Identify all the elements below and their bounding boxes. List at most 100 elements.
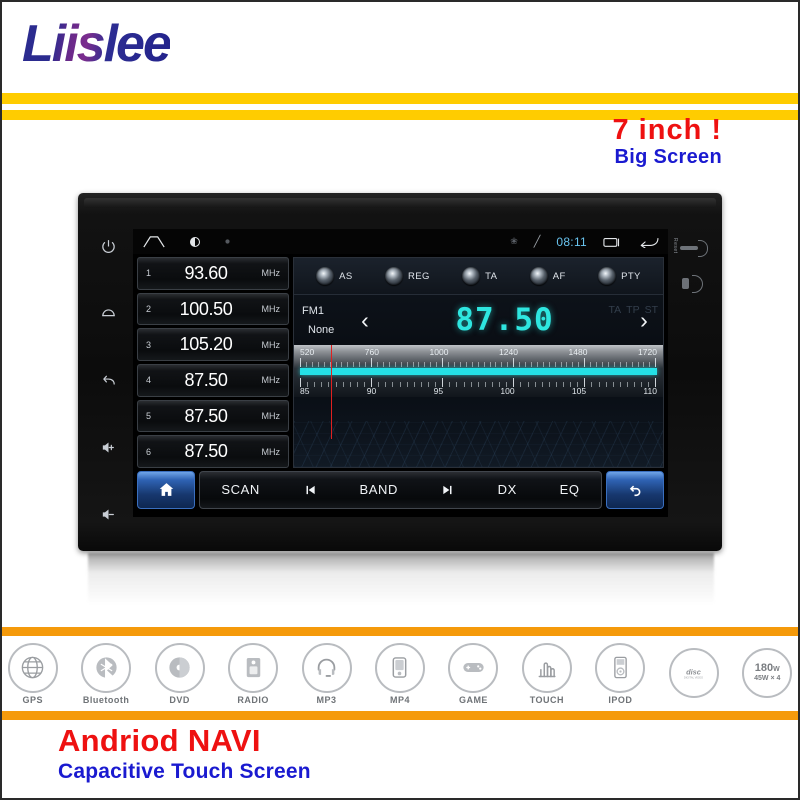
reset-label: Reset: [672, 238, 678, 254]
reset-slot-icon[interactable]: [680, 246, 698, 250]
fm-tick-label: 105: [571, 386, 587, 396]
eq-button[interactable]: EQ: [560, 482, 580, 497]
preset-item[interactable]: 3 105.20 MHz: [137, 328, 289, 362]
home-button[interactable]: [137, 470, 195, 509]
led-indicator-icon: [598, 267, 617, 285]
tuning-scale[interactable]: 520 760 1000 1240 1480 1720 85 90 95 100…: [294, 345, 663, 439]
rds-button-pty[interactable]: PTY: [598, 267, 641, 285]
bluetooth-icon: ❀: [510, 236, 518, 246]
rds-button-label: REG: [408, 270, 430, 282]
preset-unit: MHz: [261, 268, 281, 279]
preset-item[interactable]: 6 87.50 MHz: [137, 435, 289, 469]
feature-touch: TOUCH: [514, 642, 579, 705]
svg-text:disc: disc: [686, 668, 702, 677]
preset-unit: MHz: [261, 339, 281, 350]
status-time: 08:11: [556, 234, 587, 249]
frequency-display-row: FM1 None ‹ 87.50 › TA TP ST: [294, 295, 663, 345]
power-rating-icon: 180W 45W × 4: [742, 647, 793, 698]
globe-icon: [7, 642, 58, 693]
rds-button-ta[interactable]: TA: [462, 267, 497, 285]
volume-down-icon[interactable]: [92, 501, 124, 527]
back-icon[interactable]: [92, 367, 124, 393]
rds-button-reg[interactable]: REG: [385, 267, 430, 285]
preset-item[interactable]: 4 87.50 MHz: [137, 364, 289, 397]
preset-item[interactable]: 1 93.60 MHz: [137, 257, 289, 290]
band-label: FM1: [302, 304, 324, 317]
tuner-backdrop: [294, 397, 663, 467]
feature-label: RADIO: [237, 694, 269, 705]
band-button[interactable]: BAND: [359, 482, 398, 497]
feature-label: GPS: [22, 694, 43, 705]
led-indicator-icon: [316, 267, 335, 285]
next-track-icon[interactable]: [441, 483, 455, 497]
preset-number: 5: [146, 411, 152, 422]
rds-button-label: AS: [339, 270, 353, 282]
touchscreen-display[interactable]: ❀ ╱ 08:11 1 93.60 MHz 2 100.50 MHz 3 105…: [133, 229, 668, 517]
home-outline-icon[interactable]: [142, 235, 166, 248]
scale-bar: [300, 368, 657, 375]
preset-number: 4: [146, 375, 152, 386]
disc-icon: [154, 642, 205, 693]
scan-button[interactable]: SCAN: [221, 482, 260, 497]
microphone-bracket-icon: [692, 275, 703, 293]
fm-tick-label: 90: [366, 386, 377, 396]
current-frequency: 87.50: [455, 302, 554, 338]
am-tick-label: 1000: [429, 347, 449, 357]
rds-status-flags: TA TP ST: [609, 304, 658, 316]
feature-label: Bluetooth: [82, 694, 130, 705]
flag-ta: TA: [608, 304, 622, 316]
am-tick-label: 1720: [638, 347, 657, 357]
circuit-pattern: [294, 421, 663, 467]
pty-label: None: [308, 323, 335, 336]
preset-frequency: 87.50: [184, 405, 228, 426]
feature-game: GAME: [441, 642, 506, 705]
orange-divider-bottom: [0, 711, 800, 720]
tune-down-button[interactable]: ‹: [354, 308, 376, 332]
recents-icon[interactable]: [603, 236, 622, 248]
brand-logo: Liislee: [22, 15, 172, 73]
rds-button-as[interactable]: AS: [316, 267, 352, 285]
big-screen-subhead: Big Screen: [614, 146, 722, 168]
led-indicator-icon: [462, 267, 481, 285]
ipod-icon: [595, 642, 646, 693]
band-info: FM1 None: [302, 295, 354, 345]
home-icon[interactable]: [92, 300, 124, 326]
rds-button-label: PTY: [621, 270, 641, 282]
back-arrow-icon[interactable]: [638, 236, 659, 248]
preset-item[interactable]: 5 87.50 MHz: [137, 399, 289, 433]
am-tick-label: 1240: [499, 347, 518, 357]
preset-frequency: 93.60: [184, 262, 228, 283]
preset-frequency: 87.50: [184, 441, 228, 462]
flag-tp: TP: [626, 304, 640, 316]
feature-power-rating: 180W 45W × 4: [735, 647, 800, 700]
preset-unit: MHz: [261, 375, 281, 386]
dx-button[interactable]: DX: [498, 482, 517, 497]
reset-bracket-icon: [698, 240, 708, 257]
preset-unit: MHz: [261, 446, 281, 457]
tuner-pane: AS REG TA AF PTY FM1 None ‹ 87.50 › TA T…: [293, 257, 664, 468]
feature-mp4: MP4: [367, 642, 432, 705]
inch-headline: 7 inch !: [612, 114, 722, 146]
volume-up-icon[interactable]: [92, 434, 124, 460]
power-icon[interactable]: [92, 233, 124, 259]
rds-button-af[interactable]: AF: [529, 267, 566, 285]
hand-touch-icon: [521, 642, 572, 693]
radio-icon: [228, 642, 279, 693]
preset-item[interactable]: 2 100.50 MHz: [137, 292, 289, 326]
fm-tick-label: 110: [643, 386, 657, 396]
am-tick-label: 520: [300, 347, 315, 357]
feature-label: GAME: [458, 694, 488, 705]
back-button[interactable]: [606, 470, 664, 509]
tuning-needle: [330, 345, 333, 439]
product-subtitle: Capacitive Touch Screen: [58, 760, 311, 783]
toolbar-actions: SCAN BAND DX EQ: [199, 470, 602, 509]
flag-st: ST: [644, 304, 658, 316]
preset-unit: MHz: [261, 304, 281, 314]
feature-label: DVD: [169, 694, 190, 705]
preset-frequency: 100.50: [179, 298, 233, 319]
dot-icon: [224, 238, 231, 245]
prev-track-icon[interactable]: [303, 483, 317, 497]
feature-gps: GPS: [0, 642, 65, 705]
brightness-icon[interactable]: [189, 236, 201, 248]
feature-bluetooth: Bluetooth: [73, 642, 138, 705]
